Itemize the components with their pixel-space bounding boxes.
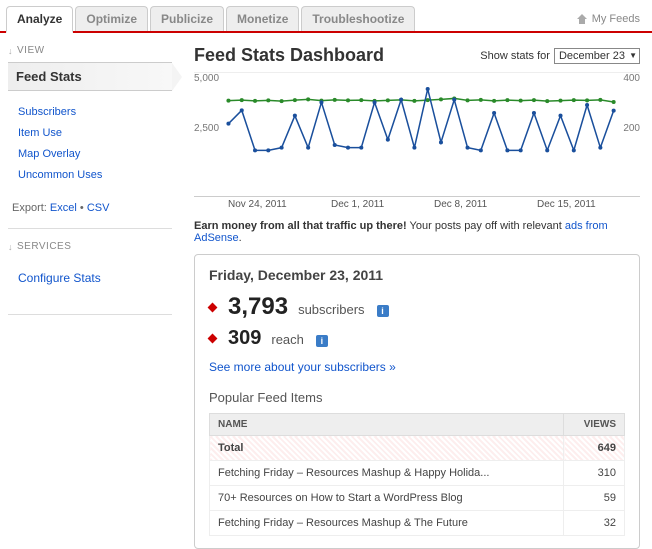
table-row[interactable]: Fetching Friday – Resources Mashup & Hap…: [210, 461, 625, 486]
reach-number: 309: [228, 327, 261, 350]
tab-monetize[interactable]: Monetize: [226, 6, 299, 31]
table-row[interactable]: Total649: [210, 436, 625, 461]
popular-items-table: NAME VIEWS Total649Fetching Friday – Res…: [209, 413, 625, 536]
export-label: Export:: [12, 202, 47, 214]
view-section-head: VIEW: [8, 45, 172, 56]
popular-items-head: Popular Feed Items: [209, 390, 625, 405]
main-tabs: Analyze Optimize Publicize Monetize Trou…: [0, 0, 652, 33]
sidebar-link-item-use[interactable]: Item Use: [18, 127, 62, 139]
subscribers-number: 3,793: [228, 293, 288, 321]
item-views: 649: [564, 436, 625, 461]
diamond-icon: [208, 302, 218, 312]
subscribers-label: subscribers: [298, 302, 364, 317]
main-content: Feed Stats Dashboard Show stats for Dece…: [180, 33, 652, 549]
tab-troubleshootize[interactable]: Troubleshootize: [301, 6, 415, 31]
col-views: VIEWS: [564, 414, 625, 436]
tab-publicize[interactable]: Publicize: [150, 6, 224, 31]
sidebar-link-configure[interactable]: Configure Stats: [18, 271, 101, 285]
reach-label: reach: [271, 332, 304, 347]
services-section-head: SERVICES: [8, 241, 172, 252]
show-stats-label: Show stats for: [480, 50, 550, 62]
chart-xaxis: Nov 24, 2011 Dec 1, 2011 Dec 8, 2011 Dec…: [194, 196, 640, 210]
export-csv-link[interactable]: CSV: [87, 202, 110, 214]
yleft-5000: 5,000: [194, 73, 219, 84]
tab-analyze[interactable]: Analyze: [6, 6, 73, 33]
item-name: Fetching Friday – Resources Mashup & Hap…: [210, 461, 564, 486]
info-icon[interactable]: i: [316, 335, 328, 347]
table-row[interactable]: Fetching Friday – Resources Mashup & The…: [210, 511, 625, 536]
my-feeds-link[interactable]: My Feeds: [570, 7, 646, 31]
export-excel-link[interactable]: Excel: [50, 202, 77, 214]
item-name: 70+ Resources on How to Start a WordPres…: [210, 486, 564, 511]
sidebar-link-map-overlay[interactable]: Map Overlay: [18, 148, 80, 160]
tab-optimize[interactable]: Optimize: [75, 6, 148, 31]
info-icon[interactable]: i: [377, 305, 389, 317]
stats-chart: 5,000 2,500 400 200: [194, 72, 640, 192]
stats-box: Friday, December 23, 2011 3,793 subscrib…: [194, 254, 640, 549]
item-views: 59: [564, 486, 625, 511]
sidebar-feed-stats[interactable]: Feed Stats: [8, 62, 172, 91]
stats-date: Friday, December 23, 2011: [209, 267, 625, 283]
sidebar-link-subscribers[interactable]: Subscribers: [18, 106, 76, 118]
col-name: NAME: [210, 414, 564, 436]
yleft-2500: 2,500: [194, 123, 219, 134]
home-icon: [576, 13, 588, 25]
diamond-icon: [208, 334, 218, 344]
sidebar-link-uncommon-uses[interactable]: Uncommon Uses: [18, 169, 102, 181]
sidebar: VIEW Feed Stats Subscribers Item Use Map…: [0, 33, 180, 549]
item-views: 32: [564, 511, 625, 536]
see-more-link[interactable]: See more about your subscribers »: [209, 360, 396, 374]
my-feeds-label: My Feeds: [592, 13, 640, 25]
item-views: 310: [564, 461, 625, 486]
page-title: Feed Stats Dashboard: [194, 45, 384, 66]
export-row: Export: Excel • CSV: [8, 198, 172, 229]
date-select[interactable]: December 23: [554, 48, 640, 64]
table-row[interactable]: 70+ Resources on How to Start a WordPres…: [210, 486, 625, 511]
item-name: Fetching Friday – Resources Mashup & The…: [210, 511, 564, 536]
yright-200: 200: [623, 123, 640, 134]
item-name: Total: [210, 436, 564, 461]
earn-banner: Earn money from all that traffic up ther…: [194, 220, 640, 244]
yright-400: 400: [623, 73, 640, 84]
